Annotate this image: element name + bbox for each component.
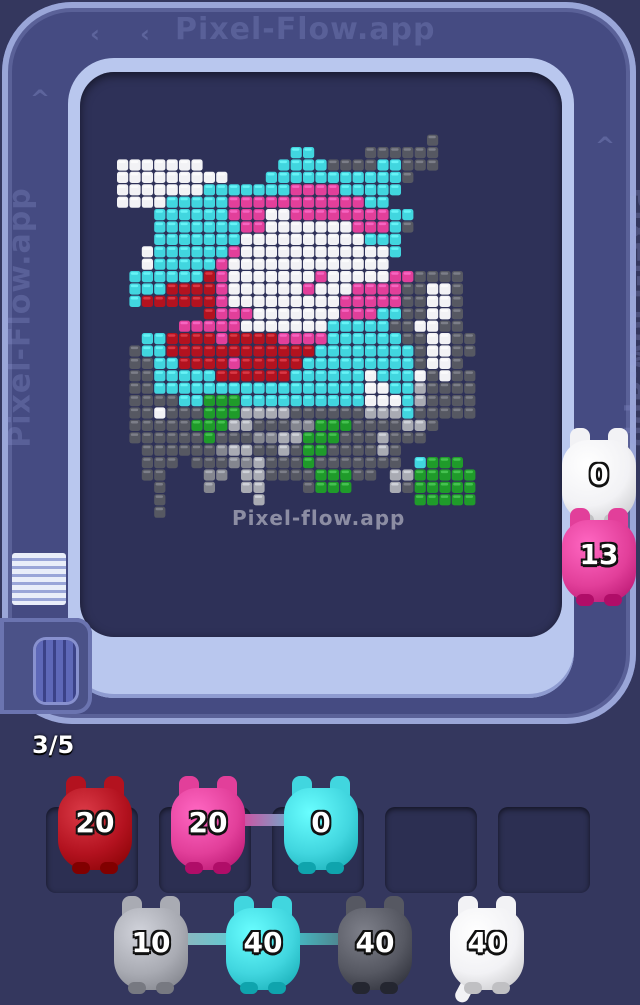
slot-progress-label: 3/5: [32, 731, 75, 759]
pig-count: 40: [243, 926, 283, 959]
queue-pig-silver[interactable]: 10: [108, 896, 194, 994]
watermark-right: Pixel-Flow.app: [622, 187, 640, 448]
holding-slot-4[interactable]: [385, 807, 477, 893]
queue-pig-white[interactable]: 40: [444, 896, 530, 994]
pixel-board: [80, 72, 562, 637]
game-screen: Pixel-Flow.app Pixel-Flow.app Pixel-Flow…: [0, 0, 640, 1005]
dispenser-reel-icon: [36, 640, 76, 702]
holding-slot-5[interactable]: [498, 807, 590, 893]
pig-count: 0: [589, 458, 609, 491]
queue-pig-dark-gray[interactable]: 40: [332, 896, 418, 994]
queue-pig-cyan[interactable]: 40: [220, 896, 306, 994]
watermark-top: Pixel-Flow.app: [175, 12, 436, 47]
pig-count: 40: [467, 926, 507, 959]
chevron-up-icon: ^: [30, 85, 51, 113]
chevron-left-icon: ‹: [90, 20, 100, 48]
watermark-left: Pixel-Flow.app: [2, 187, 38, 448]
slot-pig-red[interactable]: 20: [52, 776, 138, 874]
conveyor-grill: [12, 553, 66, 605]
pig-count: 20: [75, 806, 115, 839]
chevron-left-icon: ‹: [140, 20, 150, 48]
pig-count: 20: [188, 806, 228, 839]
slot-pig-cyan[interactable]: 0: [278, 776, 364, 874]
slot-pig-pink[interactable]: 20: [165, 776, 251, 874]
pig-count: 0: [311, 806, 331, 839]
watermark-center: Pixel-flow.app: [232, 506, 406, 530]
pig-count: 10: [131, 926, 171, 959]
chevron-up-icon: ^: [595, 132, 616, 160]
track-pig-pink[interactable]: 13: [556, 508, 640, 606]
pig-count: 40: [355, 926, 395, 959]
pig-count: 13: [579, 538, 619, 571]
